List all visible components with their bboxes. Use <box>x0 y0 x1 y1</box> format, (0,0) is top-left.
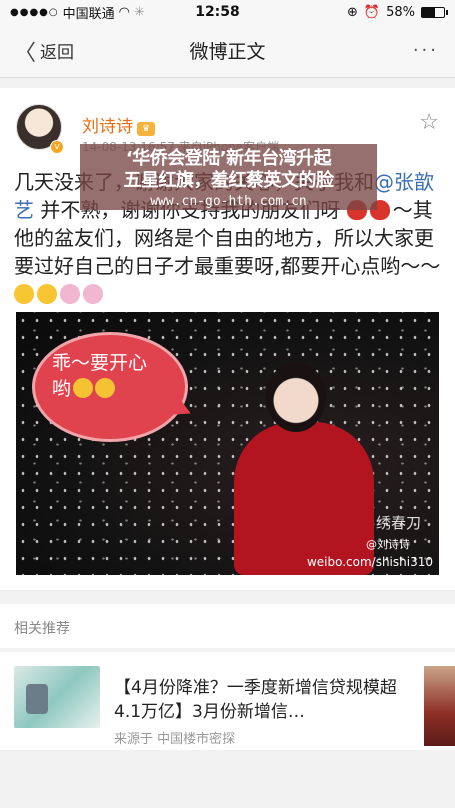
favorite-star-icon[interactable]: ☆ <box>419 110 439 135</box>
carrier-label: 中国联通 <box>62 6 115 22</box>
pig-emoji-icon <box>83 284 103 304</box>
battery-percent: 58% <box>386 4 415 20</box>
back-button[interactable]: 〈 返回 <box>0 35 120 67</box>
speech-bubble-text: 乖～要开心哟 <box>52 350 162 402</box>
related-source: 来源于 中国楼市密探 <box>114 732 236 747</box>
smile-emoji-icon <box>95 378 116 398</box>
related-header: 相关推荐 <box>0 604 455 648</box>
verified-badge-icon: v <box>50 140 64 154</box>
figure-red-dress <box>234 422 374 575</box>
wifi-icon: ◠ <box>118 4 130 20</box>
vip-crown-icon: ♛ <box>137 122 155 136</box>
watermark-line2: 五星红旗，羞红蔡英文的脸 <box>123 170 335 191</box>
more-options-button[interactable]: ··· <box>335 40 455 61</box>
related-item[interactable]: 【4月份降准？一季度新增信贷规模超4.1万亿】3月份新增信… 来源于 中国楼市密… <box>0 652 455 750</box>
related-side-thumbnail <box>424 666 455 746</box>
status-right: ⊕ ⏰ 58% <box>305 4 448 20</box>
author-name-text: 刘诗诗 <box>82 117 133 137</box>
chevron-left-icon: 〈 <box>14 40 37 66</box>
nav-bar: 〈 返回 微博正文 ··· <box>0 24 455 78</box>
bottom-area <box>0 750 455 808</box>
image-signature: 绣春刀 <box>376 514 422 532</box>
page-title: 微博正文 <box>189 41 266 63</box>
status-bar: ●●●●○ 中国联通 ◠ ✳ 12:58 ⊕ ⏰ 58% <box>0 0 455 24</box>
alarm-icon: ⏰ <box>363 4 381 20</box>
related-title: 【4月份降准？一季度新增信贷规模超4.1万亿】3月份新增信… <box>114 678 397 722</box>
grin-emoji-icon <box>37 284 57 304</box>
related-thumbnail <box>14 666 100 728</box>
battery-fill <box>422 7 435 17</box>
author-name[interactable]: 刘诗诗 ♛ <box>82 112 155 137</box>
watermark-url: www.cn-go-hth.com.cn <box>150 194 307 209</box>
pig-emoji-icon <box>60 284 80 304</box>
grin-emoji-icon <box>14 284 34 304</box>
weibo-post: v 刘诗诗♛ 14-08-13 16:57 来自iPhone客户端 ☆ ‘华侨会… <box>0 88 455 590</box>
status-time: 12:58 <box>195 4 240 20</box>
image-url: weibo.com/shishi310 <box>306 555 433 569</box>
watermark-line1: ‘华侨会登陆’新年台湾升起 <box>125 148 332 169</box>
post-image[interactable]: 乖～要开心哟 绣春刀 @刘诗诗 weibo.com/shishi310 <box>16 312 439 575</box>
smile-emoji-icon <box>73 378 94 398</box>
back-label: 返回 <box>40 43 75 63</box>
signal-icon: ●●●●○ <box>10 6 59 18</box>
watermark-overlay: ‘华侨会登陆’新年台湾升起 五星红旗，羞红蔡英文的脸 www.cn-go-hth… <box>80 144 377 210</box>
image-credit: @刘诗诗 <box>366 538 410 551</box>
lock-rotation-icon: ⊕ <box>347 4 358 20</box>
battery-icon <box>421 6 448 18</box>
figure-head <box>266 362 326 432</box>
